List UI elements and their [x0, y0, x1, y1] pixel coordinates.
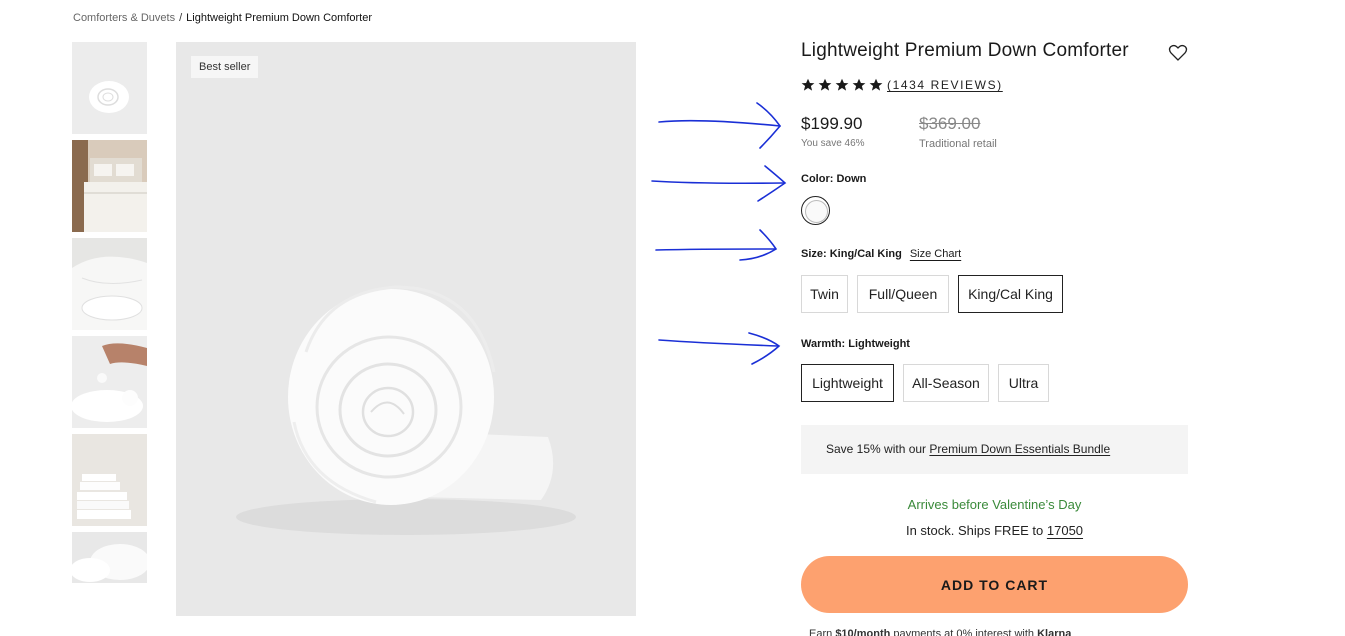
current-price: $199.90: [801, 114, 863, 133]
product-main-image[interactable]: Best seller: [176, 42, 636, 616]
annotation-arrow-size: [655, 248, 776, 251]
annotation-arrow-warmth-head: [748, 332, 781, 365]
thumbnail-list: [72, 42, 147, 589]
klarna-text-pre: Earn: [809, 628, 833, 636]
reviews-link[interactable]: (1434 REVIEWS): [887, 78, 1003, 92]
add-to-cart-button[interactable]: ADD TO CART: [801, 556, 1188, 613]
annotation-arrow-color-head: [757, 165, 787, 202]
klarna-financing: Earn $10/month payments at 0% interest w…: [809, 628, 1071, 636]
size-options: Twin Full/Queen King/Cal King: [801, 275, 1072, 313]
annotation-arrow-warmth: [658, 339, 779, 347]
bundle-prefix: Save 15% with our: [826, 442, 927, 456]
thumbnail-hand-with-down[interactable]: [72, 336, 147, 428]
klarna-logo[interactable]: Klarna: [1037, 628, 1071, 636]
star-icon: [869, 78, 883, 91]
warmth-option-lightweight[interactable]: Lightweight: [801, 364, 894, 402]
klarna-text-post: payments at 0% interest with: [893, 628, 1035, 636]
warmth-option-all-season[interactable]: All-Season: [903, 364, 989, 402]
stock-status: In stock. Ships FREE to 17050: [801, 523, 1188, 538]
size-label-row: Size: King/Cal King Size Chart: [801, 248, 961, 260]
size-option-king-cal-king[interactable]: King/Cal King: [958, 275, 1063, 313]
zip-code-link[interactable]: 17050: [1047, 523, 1083, 538]
size-option-twin[interactable]: Twin: [801, 275, 848, 313]
retail-price: $369.00: [919, 114, 981, 133]
product-title: Lightweight Premium Down Comforter: [801, 40, 1129, 61]
thumbnail-comforter-corner[interactable]: [72, 238, 147, 330]
rating-row: (1434 REVIEWS): [801, 78, 1003, 92]
stock-text: In stock. Ships FREE to: [905, 523, 1044, 538]
breadcrumb-current: Lightweight Premium Down Comforter: [186, 12, 373, 24]
breadcrumb-link-comforters[interactable]: Comforters & Duvets: [73, 12, 175, 24]
warmth-option-ultra[interactable]: Ultra: [998, 364, 1049, 402]
warmth-options: Lightweight All-Season Ultra: [801, 364, 1058, 402]
thumbnail-bedroom-scene[interactable]: [72, 140, 147, 232]
retail-label: Traditional retail: [919, 138, 997, 150]
size-chart-link[interactable]: Size Chart: [910, 248, 961, 260]
best-seller-badge: Best seller: [191, 56, 259, 78]
annotation-arrow-price: [658, 119, 781, 127]
thumbnail-rolled-comforter[interactable]: [72, 42, 147, 134]
star-icon: [801, 78, 815, 91]
bundle-promo: Save 15% with our Premium Down Essential…: [801, 425, 1188, 474]
bundle-link[interactable]: Premium Down Essentials Bundle: [929, 442, 1110, 456]
savings-text: You save 46%: [801, 138, 865, 149]
thumbnail-pillows[interactable]: [72, 532, 147, 583]
rolled-comforter-image: [176, 42, 636, 616]
klarna-monthly: $10/month: [835, 628, 891, 636]
annotation-arrow-price-head: [756, 102, 782, 149]
size-label: Size: King/Cal King: [801, 248, 902, 260]
annotation-arrow-size-head: [739, 229, 778, 261]
arrival-message: Arrives before Valentine’s Day: [907, 497, 1082, 512]
thumbnail-folded-stack[interactable]: [72, 434, 147, 526]
color-label: Color: Down: [801, 173, 867, 185]
breadcrumb: Comforters & Duvets / Lightweight Premium …: [73, 12, 372, 24]
star-icon: [818, 78, 832, 91]
annotation-arrow-color: [651, 180, 784, 185]
wishlist-heart-icon[interactable]: [1168, 43, 1188, 63]
star-icon: [852, 78, 866, 91]
breadcrumb-separator: /: [179, 12, 183, 24]
reviews-count: (1434 REVIEWS): [887, 78, 1003, 92]
color-swatch-down[interactable]: [801, 196, 830, 225]
size-option-full-queen[interactable]: Full/Queen: [857, 275, 949, 313]
star-icon: [835, 78, 849, 91]
warmth-label: Warmth: Lightweight: [801, 338, 910, 350]
